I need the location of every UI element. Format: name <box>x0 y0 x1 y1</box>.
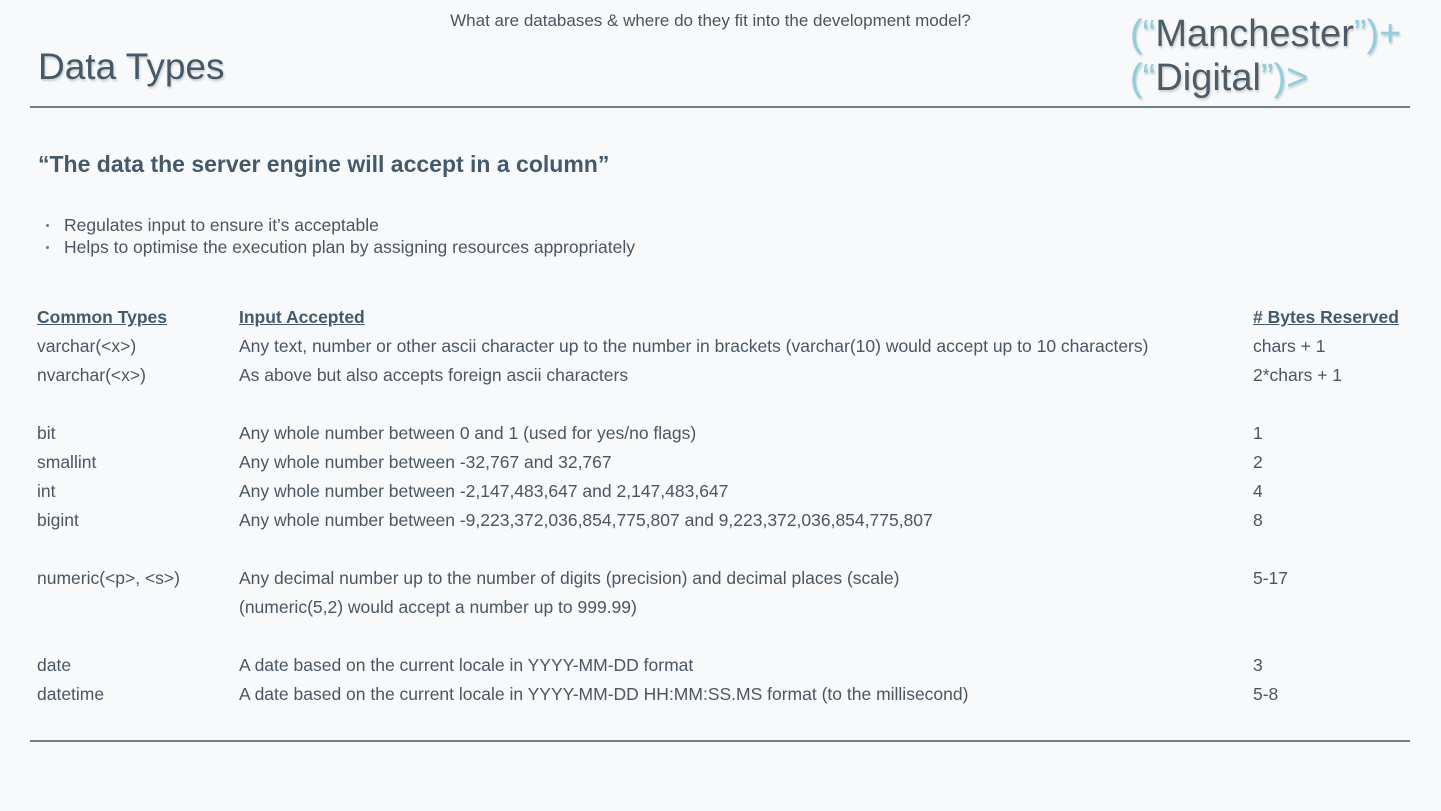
logo-open-bracket-1: (“ <box>1130 13 1156 55</box>
bytes-cell: 8 <box>1253 510 1263 530</box>
bytes-cell: 3 <box>1253 655 1263 675</box>
type-cell: varchar(<x>) <box>37 336 137 356</box>
column-header-common-types: Common Types <box>37 307 167 327</box>
input-cell: A date based on the current locale in YY… <box>239 684 969 704</box>
input-cell: A date based on the current locale in YY… <box>239 655 694 675</box>
footer-divider <box>30 740 1410 742</box>
column-header-input-accepted: Input Accepted <box>239 307 365 327</box>
bullet-list: Regulates input to ensure it’s acceptabl… <box>46 214 635 258</box>
table-row: varchar(<x>) Any text, number or other a… <box>37 332 1412 361</box>
input-cell: Any text, number or other ascii characte… <box>239 336 1149 356</box>
bytes-cell: 2 <box>1253 452 1263 472</box>
table-row: smallint Any whole number between -32,76… <box>37 448 1412 477</box>
table-spacer <box>37 390 1412 419</box>
table-spacer <box>37 535 1412 564</box>
logo-line-1: (“Manchester”)+ <box>1130 12 1401 56</box>
type-cell: bit <box>37 423 56 443</box>
column-header-bytes-reserved: # Bytes Reserved <box>1253 307 1399 327</box>
table-header-row: Common Types Input Accepted # Bytes Rese… <box>37 303 1412 332</box>
type-cell: nvarchar(<x>) <box>37 365 146 385</box>
bullet-item: Helps to optimise the execution plan by … <box>46 236 635 258</box>
slide-title: Data Types <box>38 46 225 87</box>
table-row: nvarchar(<x>) As above but also accepts … <box>37 361 1412 390</box>
type-cell: datetime <box>37 684 105 704</box>
logo-close-bracket-1: ”)+ <box>1353 13 1402 55</box>
input-cell: Any decimal number up to the number of d… <box>239 568 900 588</box>
table-row: date A date based on the current locale … <box>37 651 1412 680</box>
logo-word-digital: Digital <box>1155 57 1261 99</box>
header-divider <box>30 106 1410 108</box>
bytes-cell: 4 <box>1253 481 1263 501</box>
input-cell: Any whole number between -2,147,483,647 … <box>239 481 729 501</box>
logo-word-manchester: Manchester <box>1155 13 1354 55</box>
table-row: bit Any whole number between 0 and 1 (us… <box>37 419 1412 448</box>
definition-quote: “The data the server engine will accept … <box>38 151 610 177</box>
logo-close-bracket-2: ”)> <box>1260 57 1309 99</box>
table-row: (numeric(5,2) would accept a number up t… <box>37 593 1412 622</box>
bytes-cell: 5-17 <box>1253 568 1289 588</box>
table-row: int Any whole number between -2,147,483,… <box>37 477 1412 506</box>
input-cell: Any whole number between -9,223,372,036,… <box>239 510 933 530</box>
type-cell: date <box>37 655 72 675</box>
table-row: datetime A date based on the current loc… <box>37 680 1412 709</box>
bytes-cell: 5-8 <box>1253 684 1279 704</box>
type-cell: smallint <box>37 452 97 472</box>
table-row: bigint Any whole number between -9,223,3… <box>37 506 1412 535</box>
logo-line-2: (“Digital”)> <box>1130 56 1401 100</box>
bullet-item: Regulates input to ensure it’s acceptabl… <box>46 214 635 236</box>
type-cell: numeric(<p>, <s>) <box>37 568 180 588</box>
input-cell: Any whole number between -32,767 and 32,… <box>239 452 612 472</box>
bytes-cell: 1 <box>1253 423 1263 443</box>
table-row: numeric(<p>, <s>) Any decimal number up … <box>37 564 1412 593</box>
type-cell: bigint <box>37 510 79 530</box>
bytes-cell: 2*chars + 1 <box>1253 365 1343 385</box>
manchester-digital-logo: (“Manchester”)+ (“Digital”)> <box>1130 12 1401 100</box>
input-cell: Any whole number between 0 and 1 (used f… <box>239 423 697 443</box>
type-cell: int <box>37 481 56 501</box>
input-cell: As above but also accepts foreign ascii … <box>239 365 629 385</box>
table-spacer <box>37 622 1412 651</box>
data-types-table: Common Types Input Accepted # Bytes Rese… <box>37 303 1412 709</box>
bullet-text: Regulates input to ensure it’s acceptabl… <box>64 215 379 235</box>
logo-open-bracket-2: (“ <box>1130 57 1156 99</box>
bullet-dot-icon <box>46 245 49 249</box>
bullet-dot-icon <box>46 223 49 227</box>
bullet-text: Helps to optimise the execution plan by … <box>64 237 636 257</box>
bytes-cell: chars + 1 <box>1253 336 1326 356</box>
input-cell: (numeric(5,2) would accept a number up t… <box>239 597 637 617</box>
